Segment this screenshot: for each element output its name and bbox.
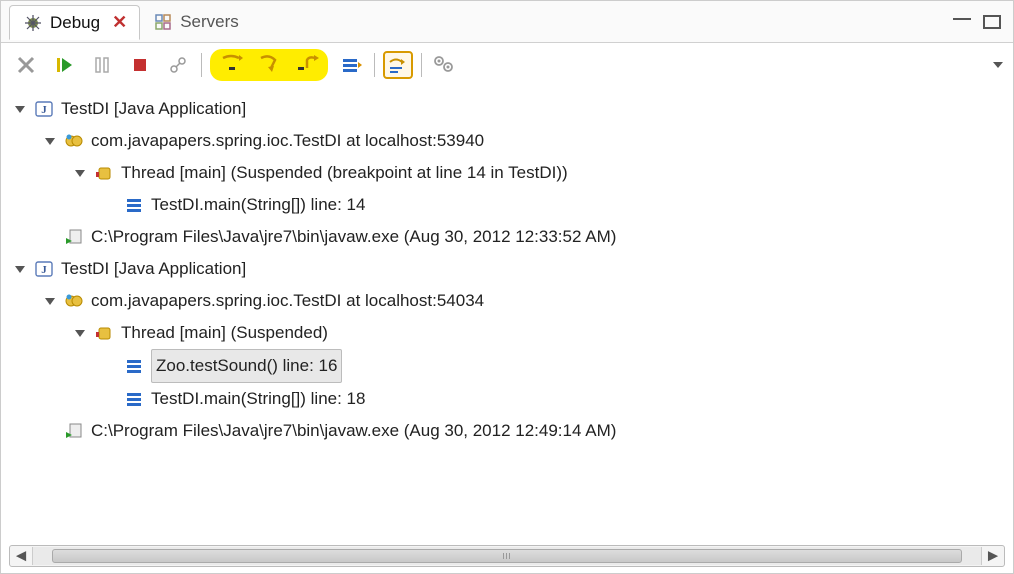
svg-text:J: J	[41, 264, 47, 276]
view-tabs: Debug ✕ Servers	[1, 1, 1013, 43]
scrollbar-track[interactable]	[32, 547, 982, 565]
view-menu-button[interactable]	[430, 51, 460, 79]
expand-icon[interactable]	[75, 170, 85, 177]
step-buttons-highlighted	[210, 49, 328, 81]
resume-button[interactable]	[49, 51, 79, 79]
frame-label: TestDI.main(String[]) line: 18	[151, 383, 365, 415]
thread-suspended-icon	[93, 163, 115, 183]
expand-icon[interactable]	[15, 266, 25, 273]
toolbar-separator	[421, 53, 422, 77]
drop-to-frame-button[interactable]	[336, 51, 366, 79]
debug-target-icon	[63, 131, 85, 151]
process-icon	[63, 227, 85, 247]
minimize-icon[interactable]	[953, 18, 971, 26]
step-over-button[interactable]	[254, 51, 284, 79]
target-label: com.javapapers.spring.ioc.TestDI at loca…	[91, 125, 484, 157]
use-step-filters-button[interactable]	[383, 51, 413, 79]
debug-tree: J TestDI [Java Application] com.javapape…	[1, 87, 1013, 447]
stack-frame-icon	[123, 195, 145, 215]
process-icon	[63, 421, 85, 441]
servers-icon	[152, 12, 174, 32]
tab-servers[interactable]: Servers	[140, 6, 251, 38]
thread-node[interactable]: Thread [main] (Suspended)	[15, 317, 1011, 349]
debug-target-icon	[63, 291, 85, 311]
frame-label: TestDI.main(String[]) line: 14	[151, 189, 365, 221]
scroll-left-icon[interactable]: ◄	[10, 546, 32, 566]
terminate-button[interactable]	[125, 51, 155, 79]
disconnect-button[interactable]	[163, 51, 193, 79]
tab-debug-label: Debug	[50, 13, 100, 33]
debug-target-node[interactable]: com.javapapers.spring.ioc.TestDI at loca…	[15, 285, 1011, 317]
debug-target-node[interactable]: com.javapapers.spring.ioc.TestDI at loca…	[15, 125, 1011, 157]
remove-terminated-button[interactable]	[11, 51, 41, 79]
process-node[interactable]: C:\Program Files\Java\jre7\bin\javaw.exe…	[15, 221, 1011, 253]
horizontal-scrollbar[interactable]: ◄ ►	[9, 545, 1005, 567]
thread-node[interactable]: Thread [main] (Suspended (breakpoint at …	[15, 157, 1011, 189]
thread-label: Thread [main] (Suspended)	[121, 317, 328, 349]
stack-frame-icon	[123, 389, 145, 409]
view-dropdown-icon[interactable]	[993, 62, 1003, 68]
stack-frame[interactable]: TestDI.main(String[]) line: 18	[15, 383, 1011, 415]
maximize-icon[interactable]	[983, 15, 1001, 29]
process-label: C:\Program Files\Java\jre7\bin\javaw.exe…	[91, 221, 616, 253]
stack-frame-icon	[123, 356, 145, 376]
launch-label: TestDI [Java Application]	[61, 253, 246, 285]
close-icon[interactable]: ✕	[106, 12, 127, 33]
step-return-button[interactable]	[292, 51, 322, 79]
launch-label: TestDI [Java Application]	[61, 93, 246, 125]
debug-toolbar	[1, 43, 1013, 87]
launch-node[interactable]: J TestDI [Java Application]	[15, 253, 1011, 285]
tab-debug[interactable]: Debug ✕	[9, 5, 140, 40]
svg-text:J: J	[41, 104, 47, 116]
tab-servers-label: Servers	[180, 12, 239, 32]
target-label: com.javapapers.spring.ioc.TestDI at loca…	[91, 285, 484, 317]
thread-label: Thread [main] (Suspended (breakpoint at …	[121, 157, 568, 189]
stack-frame[interactable]: Zoo.testSound() line: 16	[15, 349, 1011, 383]
java-app-icon: J	[33, 259, 55, 279]
suspend-button[interactable]	[87, 51, 117, 79]
toolbar-separator	[201, 53, 202, 77]
process-node[interactable]: C:\Program Files\Java\jre7\bin\javaw.exe…	[15, 415, 1011, 447]
expand-icon[interactable]	[45, 138, 55, 145]
process-label: C:\Program Files\Java\jre7\bin\javaw.exe…	[91, 415, 616, 447]
scrollbar-thumb[interactable]	[52, 549, 962, 563]
scroll-right-icon[interactable]: ►	[982, 546, 1004, 566]
expand-icon[interactable]	[45, 298, 55, 305]
step-into-button[interactable]	[216, 51, 246, 79]
java-app-icon: J	[33, 99, 55, 119]
toolbar-separator	[374, 53, 375, 77]
stack-frame[interactable]: TestDI.main(String[]) line: 14	[15, 189, 1011, 221]
launch-node[interactable]: J TestDI [Java Application]	[15, 93, 1011, 125]
expand-icon[interactable]	[15, 106, 25, 113]
bug-icon	[22, 13, 44, 33]
frame-label: Zoo.testSound() line: 16	[151, 349, 342, 383]
thread-suspended-icon	[93, 323, 115, 343]
expand-icon[interactable]	[75, 330, 85, 337]
